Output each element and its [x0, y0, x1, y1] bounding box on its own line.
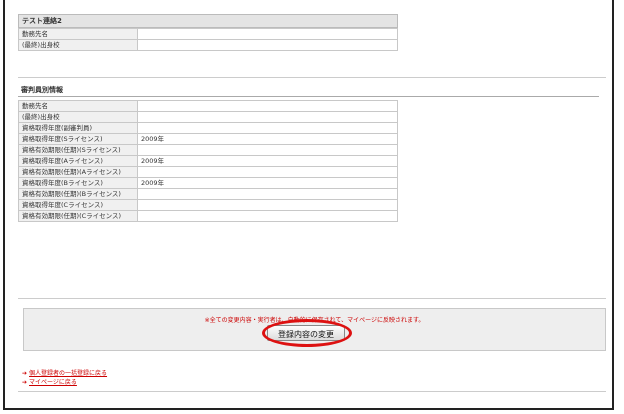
row-label: 勤務先名	[18, 100, 138, 112]
table-row: (最終)出身校	[18, 39, 398, 51]
row-label: (最終)出身校	[18, 111, 138, 123]
row-value: 2009年	[137, 133, 398, 145]
row-value	[137, 28, 398, 40]
table-row: 資格取得年度(Aライセンス) 2009年	[18, 155, 398, 167]
row-value	[137, 144, 398, 156]
row-label: 勤務先名	[18, 28, 138, 40]
highlight-annotation	[262, 319, 352, 347]
referee-table: 勤務先名 (最終)出身校 資格取得年度(副審判員) 資格取得年度(Sライセンス)…	[18, 100, 398, 222]
return-links: ➔ 個人登録者の一括登録に戻る ➔ マイページに戻る	[22, 369, 107, 387]
row-value: 2009年	[137, 177, 398, 189]
table-row: 資格有効期限(任期)(Aライセンス)	[18, 166, 398, 178]
table-row: (最終)出身校	[18, 111, 398, 123]
table-row: 資格取得年度(Sライセンス) 2009年	[18, 133, 398, 145]
row-value	[137, 166, 398, 178]
back-to-bulk-registration-link[interactable]: 個人登録者の一括登録に戻る	[29, 370, 107, 377]
section-referee: 審判員別情報 勤務先名 (最終)出身校 資格取得年度(副審判員) 資格取得年度(…	[18, 84, 606, 222]
row-label: 資格取得年度(Cライセンス)	[18, 199, 138, 211]
table-row: 勤務先名	[18, 100, 398, 112]
row-value	[137, 210, 398, 222]
row-value: 2009年	[137, 155, 398, 167]
row-value	[137, 111, 398, 123]
divider	[18, 391, 606, 392]
table-row: 資格有効期限(任期)(Cライセンス)	[18, 210, 398, 222]
section-referee-title: 審判員別情報	[18, 84, 599, 97]
row-label: 資格取得年度(副審判員)	[18, 122, 138, 134]
link-row: ➔ マイページに戻る	[22, 378, 107, 387]
row-label: 資格取得年度(Sライセンス)	[18, 133, 138, 145]
row-label: 資格取得年度(Aライセンス)	[18, 155, 138, 167]
contact-table: 勤務先名 (最終)出身校	[18, 28, 398, 51]
section-contact-title: テスト連絡2	[18, 14, 398, 28]
row-label: 資格取得年度(Bライセンス)	[18, 177, 138, 189]
row-value	[137, 100, 398, 112]
link-row: ➔ 個人登録者の一括登録に戻る	[22, 369, 107, 378]
row-label: 資格有効期限(任期)(Cライセンス)	[18, 210, 138, 222]
table-row: 資格取得年度(Bライセンス) 2009年	[18, 177, 398, 189]
table-row: 資格取得年度(副審判員)	[18, 122, 398, 134]
submit-panel: ※全ての変更内容・実行者は、自動的に保存されて、マイページに反映されます。 登録…	[23, 308, 606, 351]
arrow-right-icon: ➔	[22, 370, 28, 377]
divider	[18, 298, 606, 299]
row-value	[137, 122, 398, 134]
divider	[18, 77, 606, 78]
row-label: 資格有効期限(任期)(Aライセンス)	[18, 166, 138, 178]
table-row: 資格有効期限(任期)(Bライセンス)	[18, 188, 398, 200]
row-value	[137, 199, 398, 211]
section-contact: テスト連絡2 勤務先名 (最終)出身校	[18, 14, 398, 51]
row-value	[137, 188, 398, 200]
row-label: 資格有効期限(任期)(Sライセンス)	[18, 144, 138, 156]
row-label: (最終)出身校	[18, 39, 138, 51]
table-row: 資格取得年度(Cライセンス)	[18, 199, 398, 211]
table-row: 資格有効期限(任期)(Sライセンス)	[18, 144, 398, 156]
row-label: 資格有効期限(任期)(Bライセンス)	[18, 188, 138, 200]
back-to-mypage-link[interactable]: マイページに戻る	[29, 379, 77, 386]
table-row: 勤務先名	[18, 28, 398, 40]
arrow-right-icon: ➔	[22, 379, 28, 386]
row-value	[137, 39, 398, 51]
